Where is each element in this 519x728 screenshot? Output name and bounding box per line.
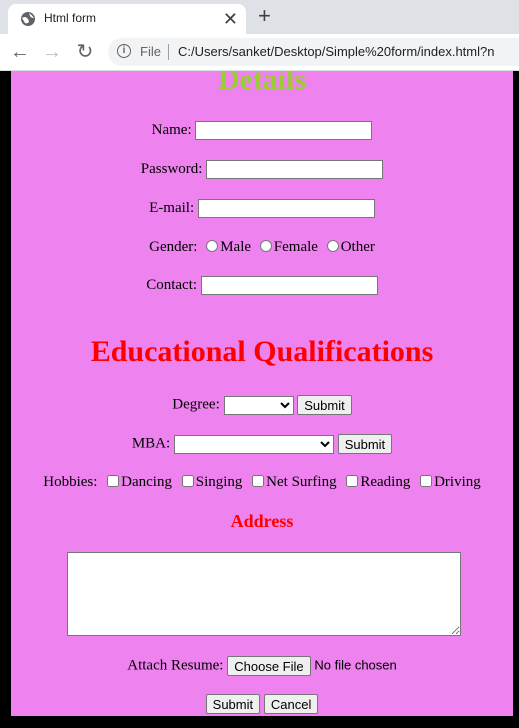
address-textarea[interactable] <box>67 552 461 636</box>
gender-radio-male[interactable] <box>206 240 219 252</box>
name-field[interactable] <box>195 121 373 140</box>
address-bar[interactable]: i File C:/Users/sanket/Desktop/Simple%20… <box>108 38 519 66</box>
gender-row: Gender: Male Female Other <box>11 239 513 256</box>
hobby-label: Dancing <box>121 474 172 490</box>
resume-label: Attach Resume: <box>127 657 224 674</box>
plus-icon[interactable]: + <box>258 3 271 29</box>
gender-label: Gender: <box>149 239 198 255</box>
email-field[interactable] <box>197 199 375 218</box>
name-row: Name: <box>11 121 513 140</box>
no-file-text: No file chosen <box>314 657 397 673</box>
globe-icon <box>21 12 35 26</box>
info-icon[interactable]: i <box>117 44 131 58</box>
submit-button[interactable]: Submit <box>205 694 261 714</box>
divider <box>168 44 169 60</box>
gender-option-label: Other <box>340 239 375 255</box>
choose-file-button[interactable]: Choose File <box>227 656 311 676</box>
education-heading: Educational Qualifications <box>90 335 434 368</box>
tab-strip: Html form ✕ + <box>0 0 519 34</box>
browser-tab[interactable]: Html form ✕ <box>8 4 246 34</box>
hobby-checkbox-singing[interactable] <box>181 475 194 487</box>
mba-submit-button[interactable]: Submit <box>337 434 393 454</box>
browser-toolbar: ← → ↻ i File C:/Users/sanket/Desktop/Sim… <box>0 34 519 71</box>
degree-submit-button[interactable]: Submit <box>297 395 352 415</box>
hobby-checkbox-driving[interactable] <box>420 475 433 487</box>
hobby-label: Net Surfing <box>266 474 337 490</box>
hobby-checkbox-reading[interactable] <box>346 475 359 487</box>
contact-field[interactable] <box>200 276 378 295</box>
forward-arrow-icon[interactable]: → <box>40 40 64 64</box>
hobbies-label: Hobbies: <box>43 474 98 490</box>
form-actions: Submit Cancel <box>11 694 513 714</box>
name-label: Name: <box>151 121 192 138</box>
back-arrow-icon[interactable]: ← <box>8 40 32 64</box>
password-field[interactable] <box>206 160 384 179</box>
email-label: E-mail: <box>149 199 195 216</box>
hobby-label: Driving <box>434 474 481 490</box>
gender-radio-female[interactable] <box>259 240 272 252</box>
scheme-label: File <box>140 44 161 59</box>
degree-label: Degree: <box>172 396 220 413</box>
gender-option-label: Female <box>273 239 318 255</box>
address-heading: Address <box>230 511 294 531</box>
mba-select[interactable] <box>173 434 334 454</box>
email-row: E-mail: <box>11 199 513 218</box>
password-row: Password: <box>11 160 513 179</box>
page-content: Details Name: Password: E-mail: Gender: … <box>11 71 513 716</box>
contact-label: Contact: <box>146 276 198 293</box>
gender-option-label: Male <box>220 239 252 255</box>
contact-row: Contact: <box>11 276 513 295</box>
mba-row: MBA: Submit <box>11 434 513 454</box>
password-label: Password: <box>140 160 203 177</box>
hobby-label: Singing <box>195 474 243 490</box>
url-text[interactable]: C:/Users/sanket/Desktop/Simple%20form/in… <box>178 44 494 59</box>
resume-row: Attach Resume: Choose File No file chose… <box>11 656 513 676</box>
hobby-checkbox-net-surfing[interactable] <box>252 475 265 487</box>
reload-icon[interactable]: ↻ <box>73 40 97 64</box>
degree-select[interactable] <box>223 395 294 415</box>
hobby-checkbox-dancing[interactable] <box>107 475 120 487</box>
mba-label: MBA: <box>131 435 171 452</box>
degree-row: Degree: Submit <box>11 395 513 415</box>
cancel-button[interactable]: Cancel <box>263 694 319 714</box>
hobbies-row: Hobbies: Dancing Singing Net Surfing Rea… <box>11 474 513 491</box>
details-heading: Details <box>217 71 307 96</box>
hobby-label: Reading <box>360 474 411 490</box>
tab-title: Html form <box>44 11 96 25</box>
gender-radio-other[interactable] <box>326 240 339 252</box>
close-icon[interactable]: ✕ <box>223 9 238 30</box>
